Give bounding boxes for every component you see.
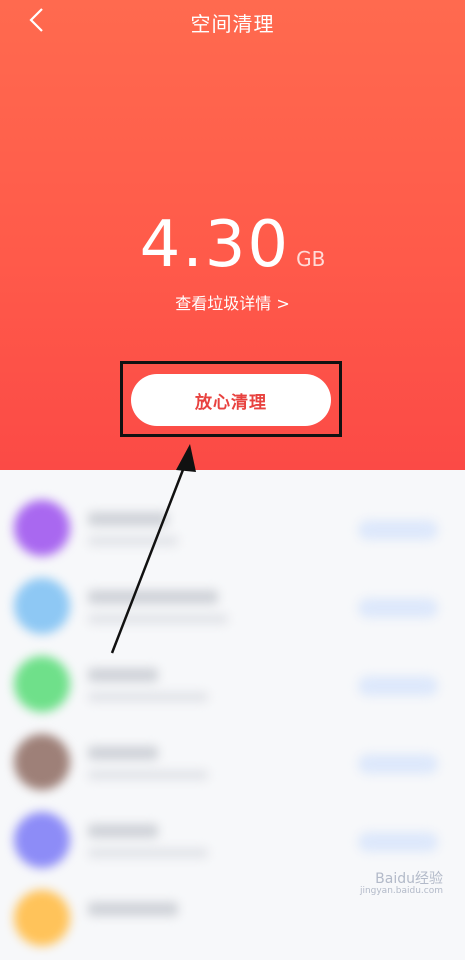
row-action-button[interactable] [358,754,438,774]
page-title: 空间清理 [190,12,275,36]
row-action-button[interactable] [358,832,438,852]
app-avatar [14,890,70,946]
list-item[interactable] [0,648,465,726]
app-avatar [14,812,70,868]
junk-size: 4.30 GB [0,208,465,282]
watermark-subtext: jingyan.baidu.com [359,886,443,896]
watermark-logo: Baidu经验 jingyan.baidu.com [360,868,443,896]
app-avatar [14,734,70,790]
list-item[interactable] [0,492,465,570]
header-banner: 空间清理 4.30 GB 查看垃圾详情 > 放心清理 [0,0,465,470]
app-name-placeholder [88,512,168,526]
row-action-button[interactable] [358,598,438,618]
clean-button[interactable]: 放心清理 [131,374,331,426]
row-action-button[interactable] [358,676,438,696]
app-size-placeholder [88,692,208,702]
list-item[interactable] [0,726,465,804]
app-name-placeholder [88,668,158,682]
app-size-placeholder [88,614,228,624]
app-size-placeholder [88,848,208,858]
app-name-placeholder [88,824,158,838]
app-avatar [14,656,70,712]
app-name-placeholder [88,902,178,916]
app-name-placeholder [88,746,158,760]
junk-detail-link[interactable]: 查看垃圾详情 > [0,290,465,314]
junk-size-unit: GB [296,247,326,271]
app-size-placeholder [88,536,178,546]
app-size-placeholder [88,770,208,780]
list-item[interactable] [0,570,465,648]
row-action-button[interactable] [358,520,438,540]
app-avatar [14,500,70,556]
app-list [0,470,465,946]
app-avatar [14,578,70,634]
watermark-text: Baidu经验 [375,871,443,887]
junk-size-value: 4.30 [139,208,291,282]
app-name-placeholder [88,590,218,604]
